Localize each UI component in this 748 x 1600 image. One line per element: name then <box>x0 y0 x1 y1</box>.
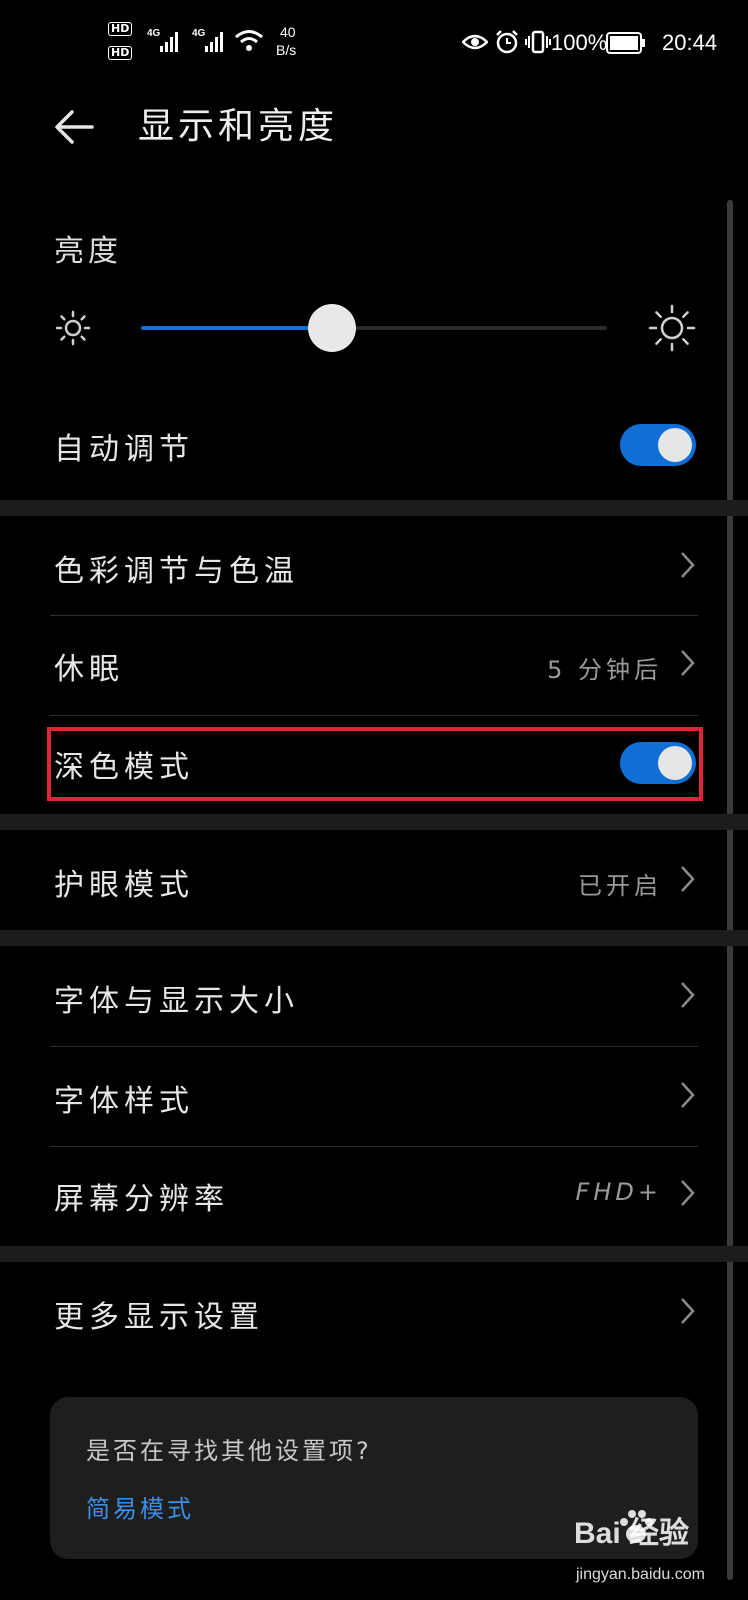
auto-adjust-label: 自动调节 <box>54 432 194 467</box>
page-title: 显示和亮度 <box>138 106 339 147</box>
chevron-right-icon <box>681 650 695 676</box>
resolution-row[interactable]: 屏幕分辨率 FHD+ <box>50 1170 700 1220</box>
section-divider <box>0 930 748 946</box>
resolution-value: FHD+ <box>575 1178 662 1206</box>
baidu-watermark: Bai 经验 jingyan.baidu.com <box>574 1506 744 1596</box>
auto-adjust-row[interactable]: 自动调节 <box>50 420 700 470</box>
suggestion-question: 是否在寻找其他设置项? <box>86 1437 372 1465</box>
network-type-1: 4G <box>147 28 161 39</box>
chevron-right-icon <box>681 982 695 1008</box>
vibrate-icon <box>525 30 551 54</box>
row-divider <box>50 715 698 716</box>
brightness-slider-thumb[interactable] <box>308 304 357 352</box>
font-style-row[interactable]: 字体样式 <box>50 1072 700 1122</box>
scrollbar[interactable] <box>727 200 733 1580</box>
toggle-knob <box>658 428 692 462</box>
section-divider <box>0 1246 748 1262</box>
sleep-value: 5 分钟后 <box>547 656 662 684</box>
network-type-2: 4G <box>192 28 206 39</box>
brightness-low-icon <box>55 310 91 346</box>
row-divider <box>50 1146 698 1147</box>
alarm-icon <box>496 30 518 54</box>
wifi-icon <box>235 30 263 51</box>
font-display-size-label: 字体与显示大小 <box>54 984 299 1019</box>
simple-mode-link[interactable]: 简易模式 <box>86 1489 194 1524</box>
resolution-label: 屏幕分辨率 <box>54 1182 229 1217</box>
hd-badge-1: HD <box>108 22 133 36</box>
clock: 20:44 <box>662 30 718 55</box>
sleep-row[interactable]: 休眠 5 分钟后 <box>50 640 700 690</box>
hd-badge-2: HD <box>108 46 133 60</box>
font-style-label: 字体样式 <box>54 1084 194 1119</box>
font-display-size-row[interactable]: 字体与显示大小 <box>50 972 700 1022</box>
brightness-slider-fill <box>141 326 333 330</box>
row-divider <box>50 615 698 616</box>
chevron-right-icon <box>681 1298 695 1324</box>
back-arrow-icon[interactable] <box>52 104 98 150</box>
chevron-right-icon <box>681 866 695 892</box>
battery-icon <box>606 32 645 54</box>
highlight-box <box>47 727 703 801</box>
watermark-url: jingyan.baidu.com <box>576 1566 705 1583</box>
eye-comfort-label: 护眼模式 <box>54 868 194 903</box>
chevron-right-icon <box>681 552 695 578</box>
color-temp-label: 色彩调节与色温 <box>54 554 299 589</box>
sleep-label: 休眠 <box>54 652 124 687</box>
more-display-label: 更多显示设置 <box>54 1300 264 1335</box>
auto-adjust-toggle[interactable] <box>620 424 696 466</box>
status-bar: HD HD 4G 4G 40 B/s 100% 20:44 <box>0 0 748 86</box>
section-divider <box>0 500 748 516</box>
color-temp-row[interactable]: 色彩调节与色温 <box>50 542 700 592</box>
eye-comfort-row[interactable]: 护眼模式 已开启 <box>50 856 700 906</box>
battery-percent: 100% <box>551 30 608 55</box>
net-speed-value: 40 <box>280 24 296 40</box>
section-divider <box>0 814 748 830</box>
more-display-row[interactable]: 更多显示设置 <box>50 1288 700 1338</box>
eye-comfort-value: 已开启 <box>578 872 662 900</box>
signal-icon-1 <box>160 32 178 52</box>
row-divider <box>50 1046 698 1047</box>
brightness-label: 亮度 <box>54 234 122 269</box>
signal-icon-2 <box>205 32 223 52</box>
brightness-high-icon <box>648 304 696 352</box>
watermark-brand: Bai 经验 <box>574 1517 690 1550</box>
chevron-right-icon <box>681 1180 695 1206</box>
chevron-right-icon <box>681 1082 695 1108</box>
eye-comfort-icon <box>462 34 488 50</box>
net-speed-unit: B/s <box>276 42 297 58</box>
